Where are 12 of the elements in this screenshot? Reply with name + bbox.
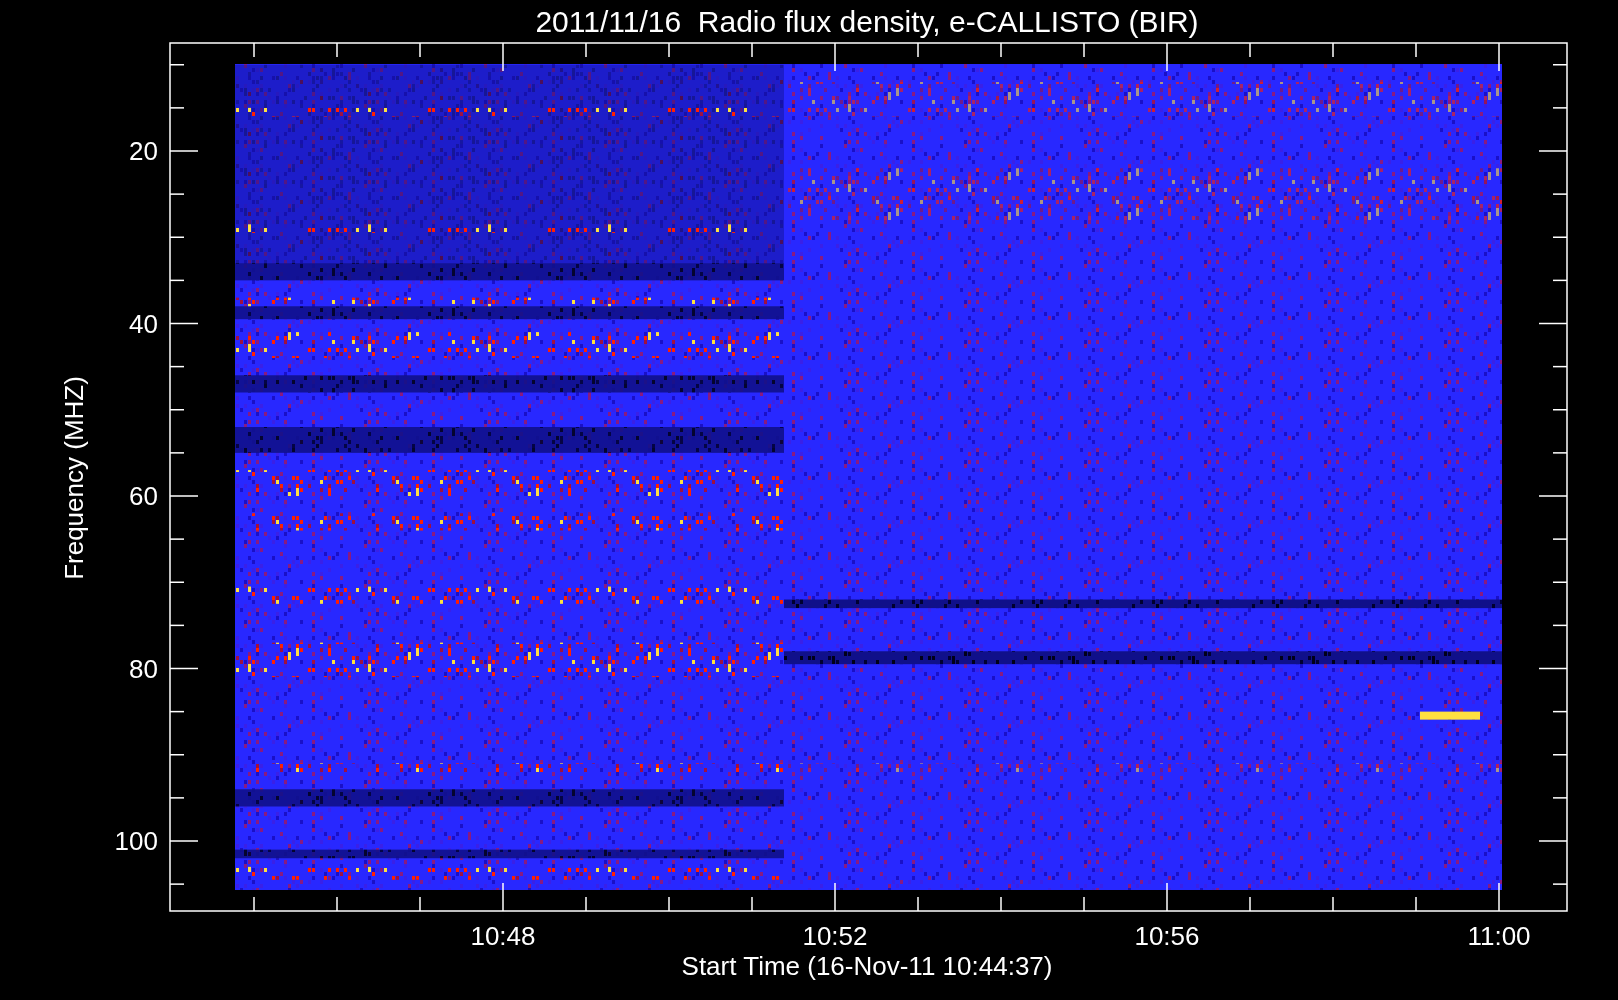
y-tick-label: 100 [114,826,158,856]
y-axis-label: Frequency (MHZ) [59,376,89,580]
y-tick-label: 60 [129,481,158,511]
y-tick-label: 80 [129,653,158,684]
x-axis-label: Start Time (16-Nov-11 10:44:37) [681,951,1053,981]
x-tick-label: 11:00 [1467,921,1531,951]
x-tick-label: 10:52 [802,921,868,951]
chart-title: 2011/11/16 Radio flux density, e-CALLISTO (BIR) [535,5,1199,38]
y-tick-label: 40 [129,308,158,339]
x-tick-label: 10:48 [470,921,536,951]
x-tick-label: 10:56 [1134,921,1200,951]
y-tick-label: 20 [129,136,158,166]
